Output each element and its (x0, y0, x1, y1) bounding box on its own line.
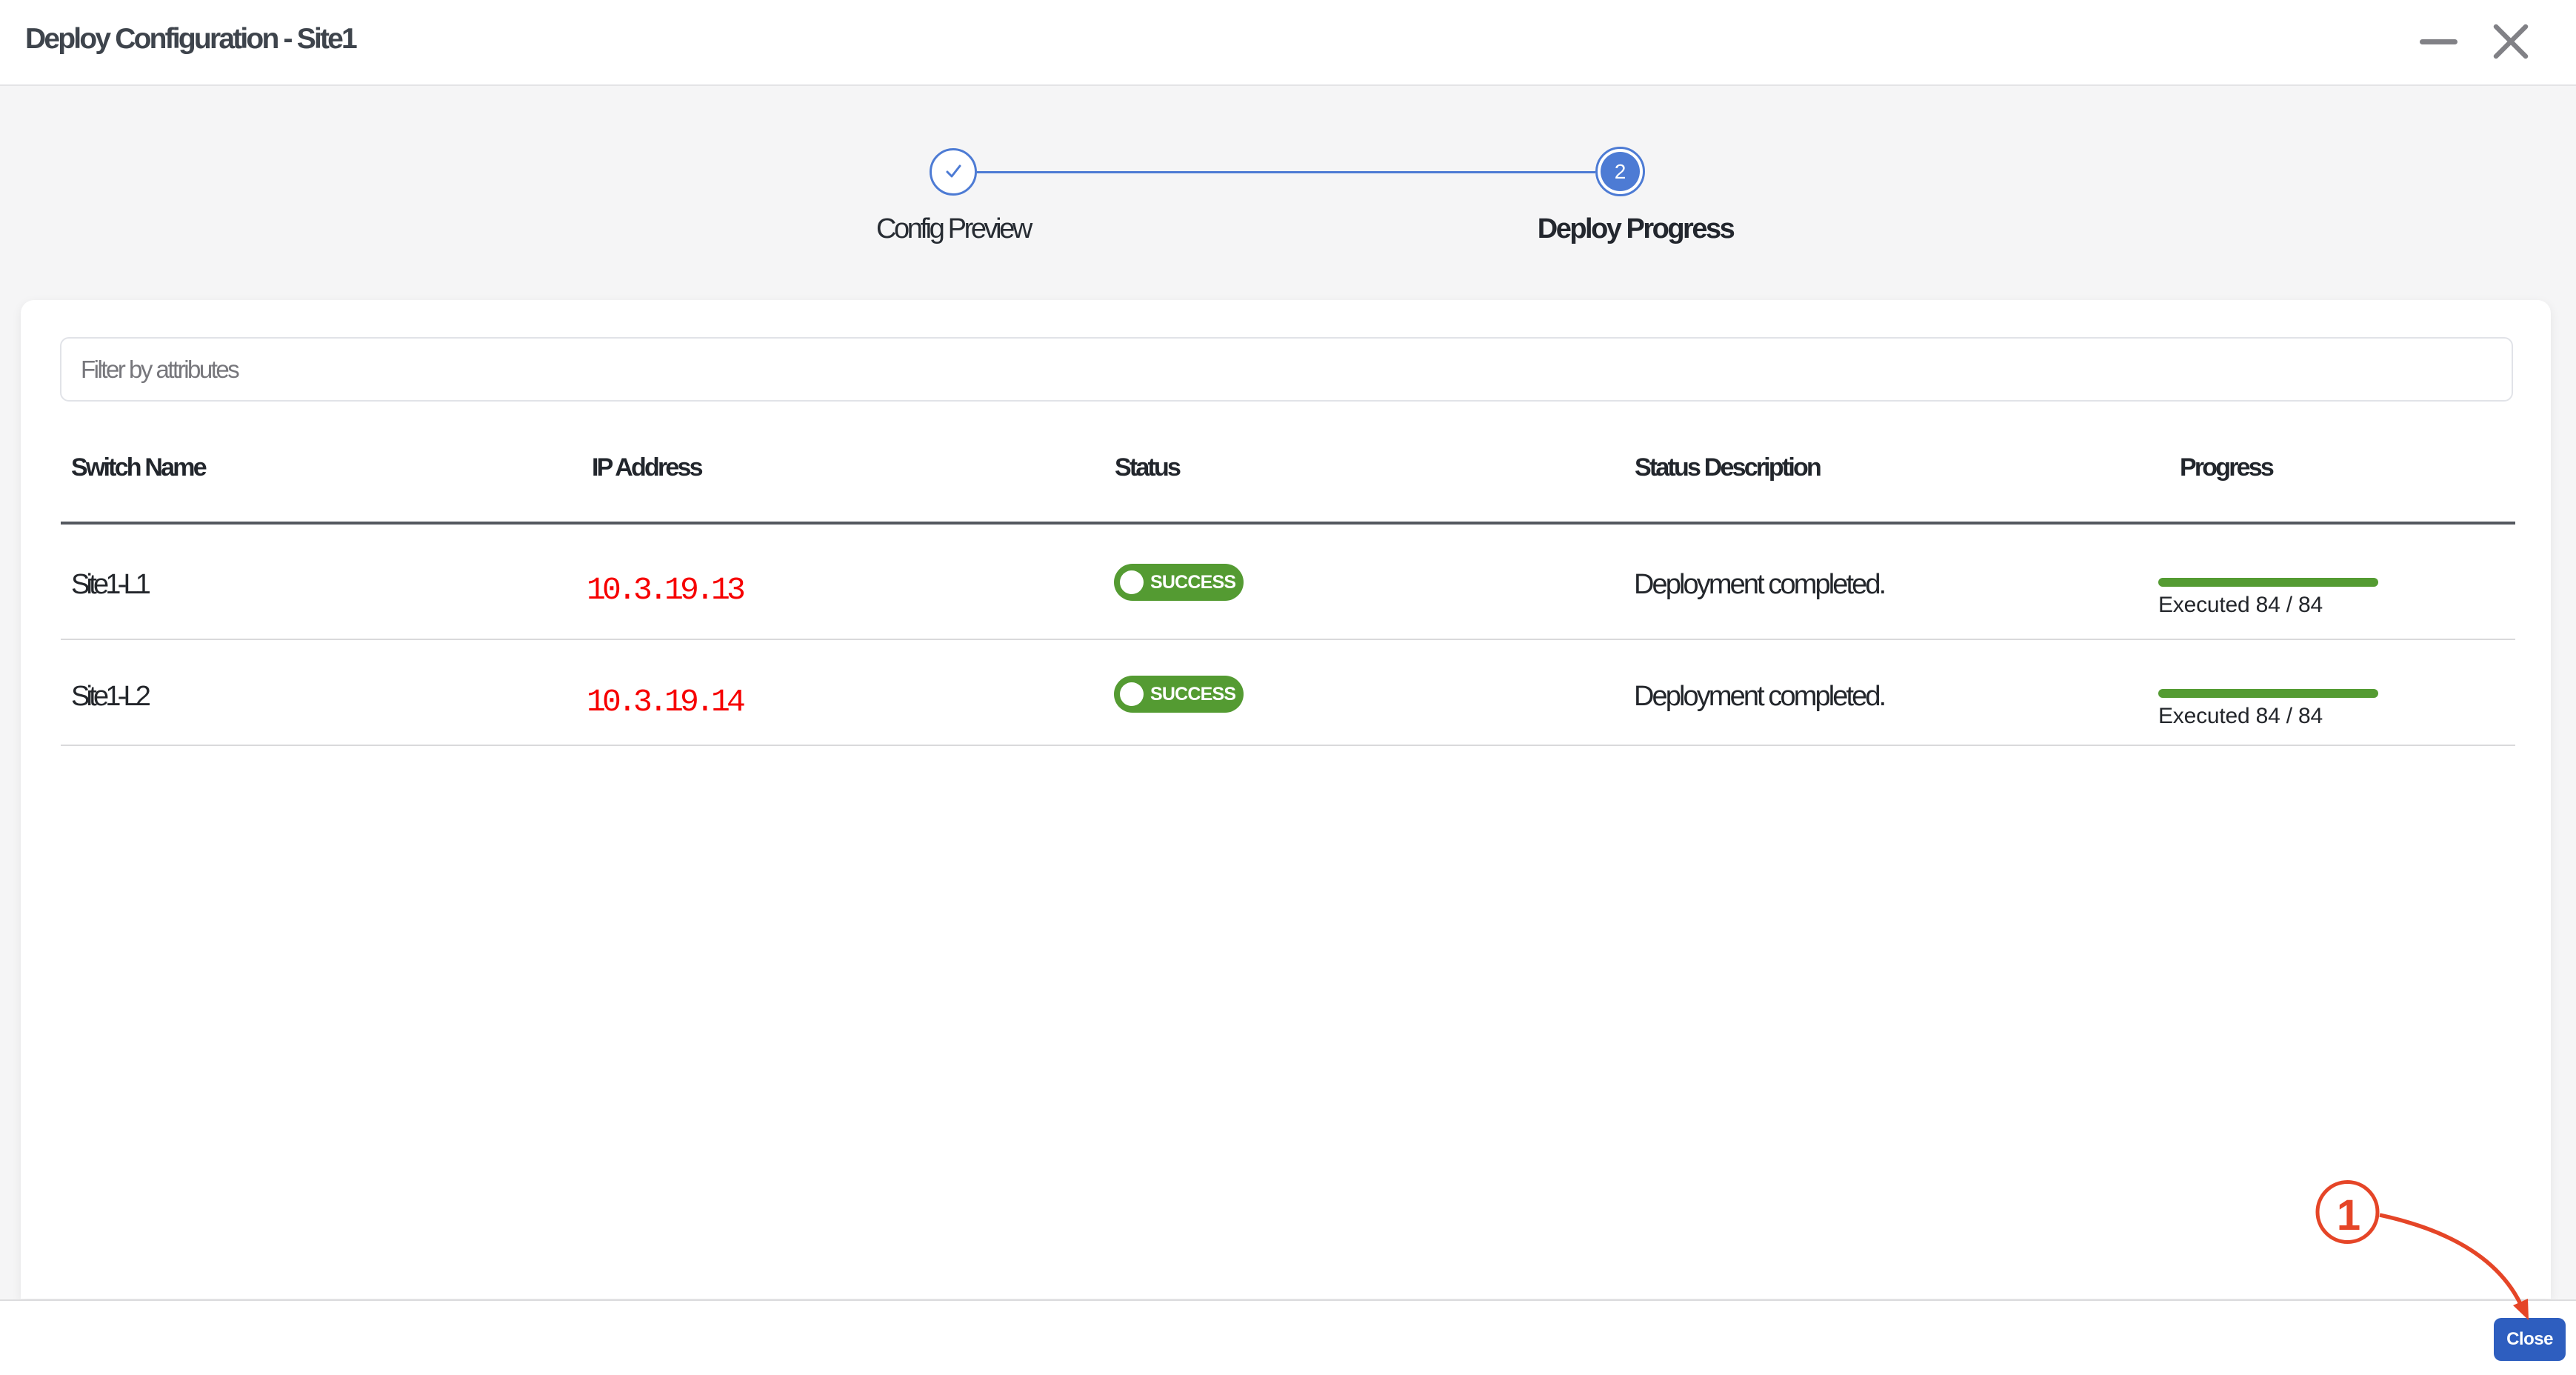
svg-text:1: 1 (2337, 1191, 2360, 1239)
